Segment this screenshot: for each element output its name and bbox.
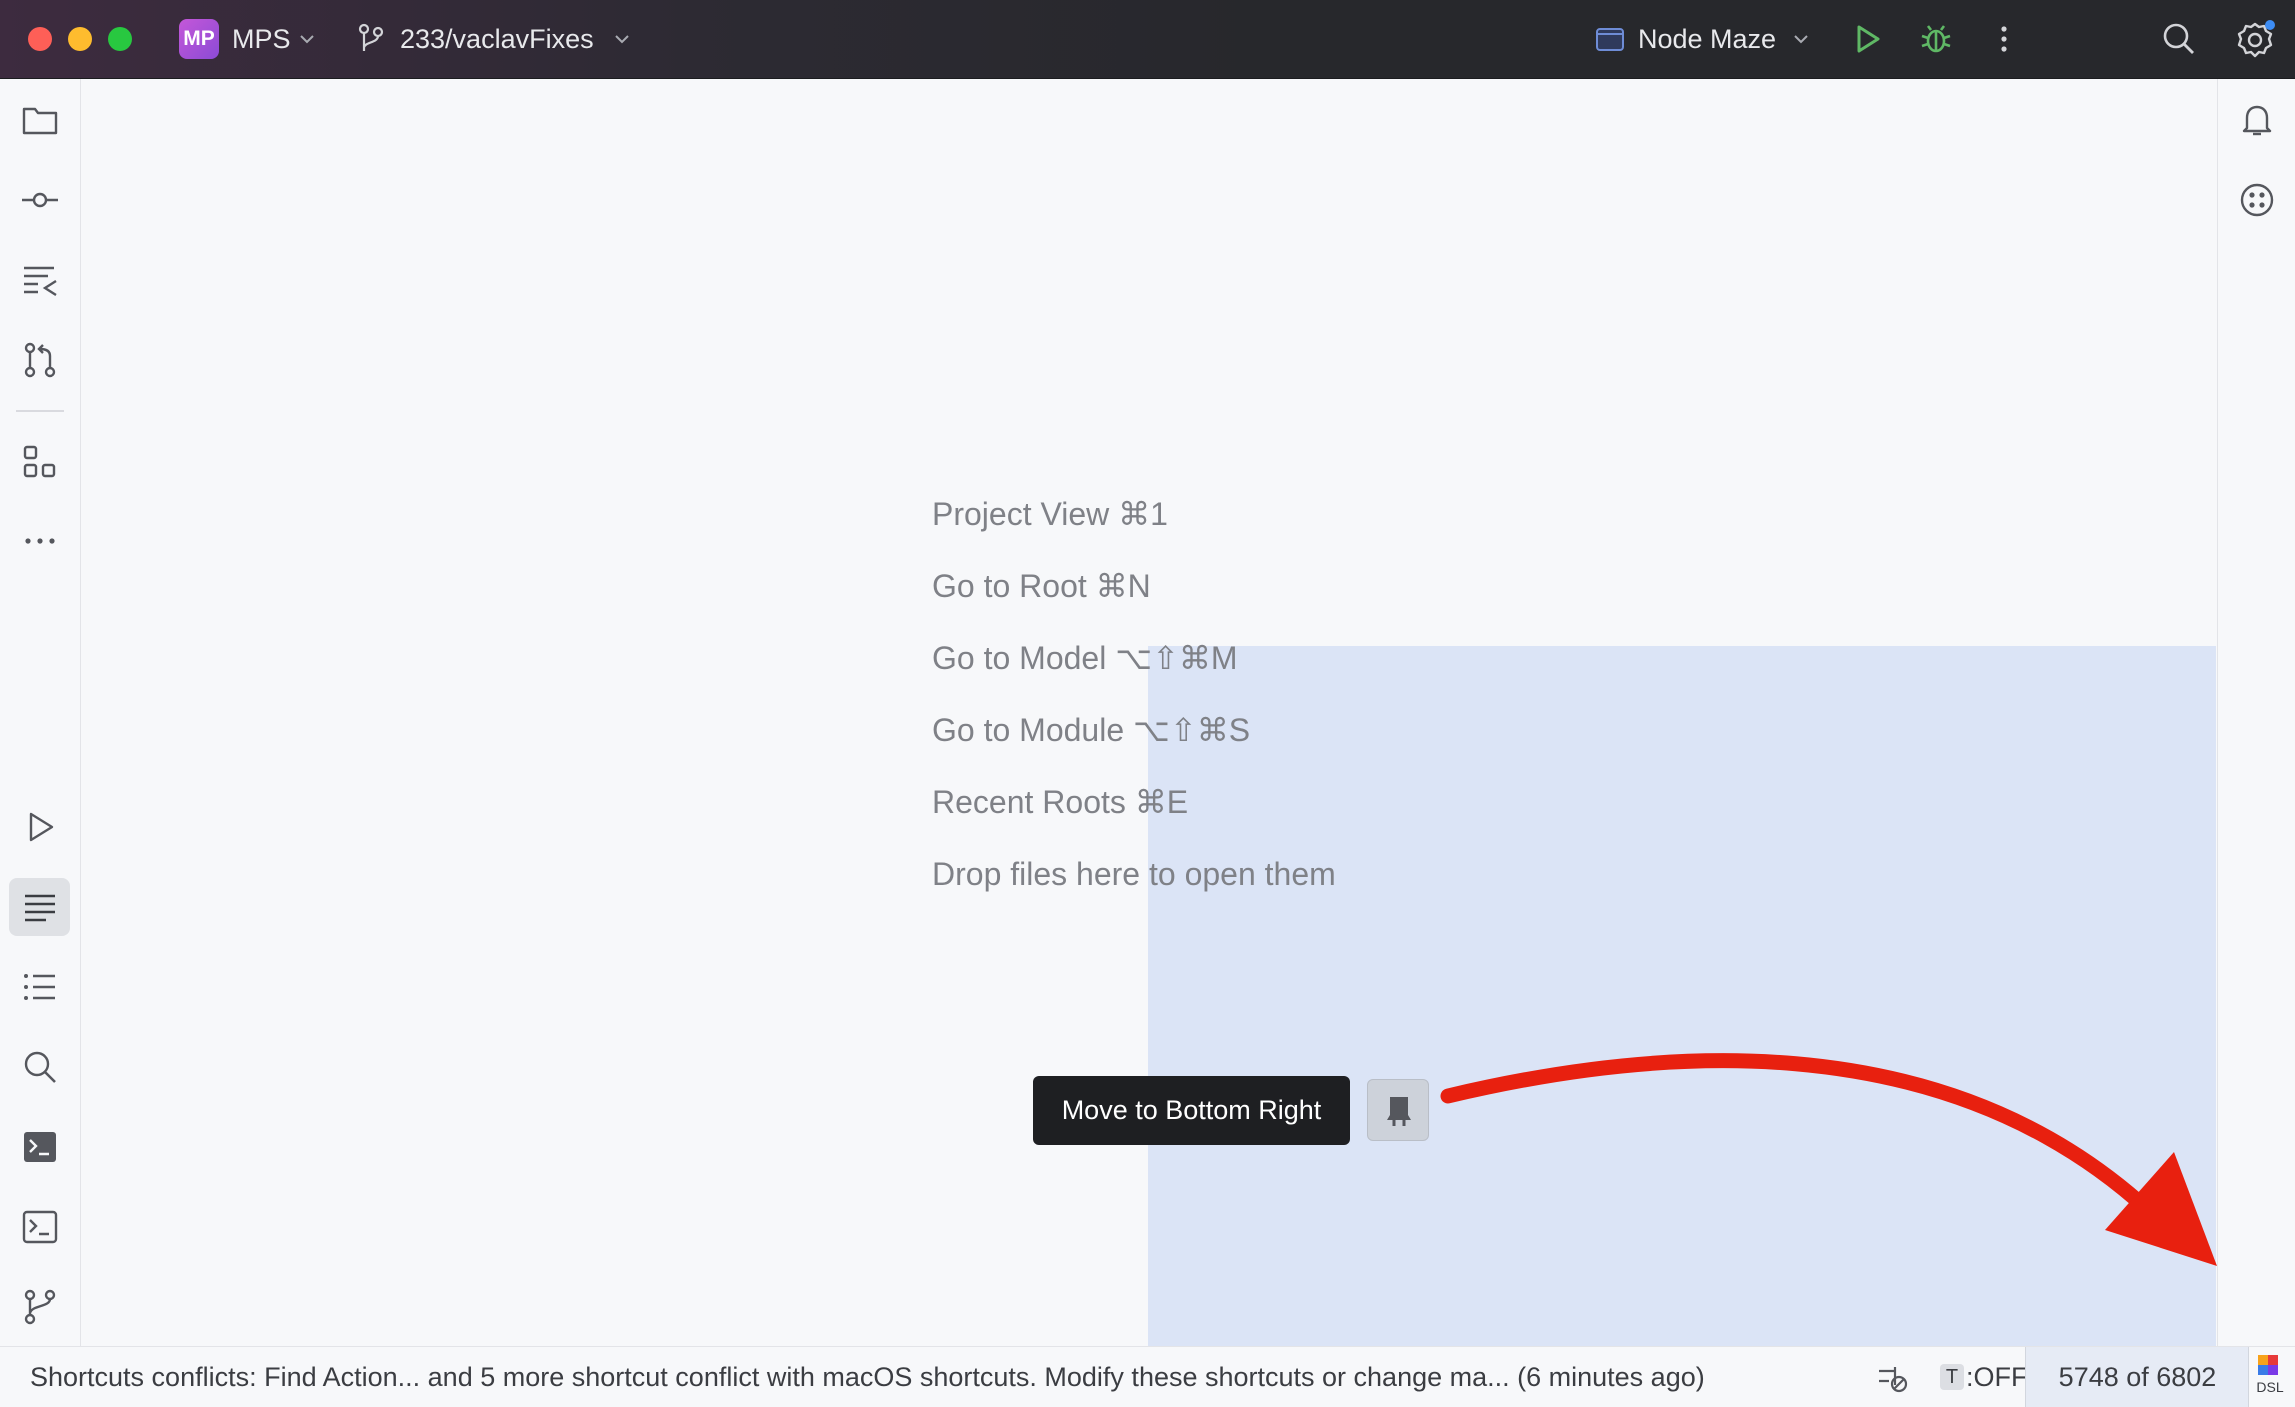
run-config-selector[interactable]: Node Maze [1638, 22, 1776, 56]
dsl-label: DSL [2256, 1379, 2284, 1395]
dsl-logo-icon [2258, 1355, 2278, 1375]
t-badge: T [1940, 1363, 1964, 1390]
project-folder-icon[interactable] [20, 100, 60, 140]
modules-icon[interactable] [20, 442, 60, 482]
settings-gear-icon[interactable] [2235, 18, 2277, 60]
branch-icon [358, 23, 384, 51]
hint-project-view[interactable]: Project View ⌘1 [932, 494, 1168, 534]
project-selector[interactable]: MPS [232, 22, 291, 56]
close-window-button[interactable] [28, 27, 52, 51]
status-bar: Shortcuts conflicts: Find Action... and … [0, 1346, 2295, 1407]
pull-requests-icon[interactable] [20, 340, 60, 380]
zoom-window-button[interactable] [108, 27, 132, 51]
tool-separator [16, 410, 64, 412]
branch-selector[interactable]: 233/vaclavFixes [400, 22, 594, 56]
run-config-icon [1596, 28, 1624, 51]
run-tool-icon[interactable] [20, 807, 60, 847]
hint-recent-roots[interactable]: Recent Roots ⌘E [932, 782, 1188, 822]
debug-icon[interactable] [1915, 18, 1957, 60]
todo-list-icon[interactable] [20, 967, 60, 1007]
annotation-arrow [1440, 1053, 2217, 1266]
more-actions-icon[interactable] [1983, 18, 2025, 60]
status-message[interactable]: Shortcuts conflicts: Find Action... and … [30, 1360, 1705, 1394]
chevron-down-icon[interactable] [1792, 30, 1810, 48]
move-tooltip: Move to Bottom Right [1033, 1076, 1350, 1145]
dragged-tool-window-button[interactable] [1367, 1079, 1429, 1141]
left-tool-strip [0, 79, 81, 1346]
chevron-down-icon[interactable] [298, 30, 316, 48]
dsl-indicator[interactable]: DSL [2248, 1347, 2295, 1407]
hint-go-to-model[interactable]: Go to Model ⌥⇧⌘M [932, 638, 1238, 678]
chevron-down-icon[interactable] [613, 30, 631, 48]
project-badge[interactable]: MP [179, 19, 219, 59]
tool-window-icon [1387, 1097, 1411, 1126]
console-icon[interactable] [20, 1207, 60, 1247]
hint-go-to-root[interactable]: Go to Root ⌘N [932, 566, 1151, 606]
position-indicator[interactable]: 5748 of 6802 [2025, 1347, 2249, 1407]
power-save-icon[interactable] [1875, 1359, 1911, 1395]
git-icon[interactable] [20, 1287, 60, 1327]
minimize-window-button[interactable] [68, 27, 92, 51]
hint-go-to-module[interactable]: Go to Module ⌥⇧⌘S [932, 710, 1250, 750]
commit-icon[interactable] [20, 180, 60, 220]
structure-icon[interactable] [20, 260, 60, 300]
typewriter-toggle[interactable]: T:OFF [1940, 1347, 2028, 1407]
messages-icon[interactable] [20, 887, 60, 927]
notifications-bell-icon[interactable] [2236, 99, 2278, 141]
right-tool-strip [2217, 79, 2295, 1346]
search-icon[interactable] [2158, 18, 2200, 60]
find-icon[interactable] [20, 1047, 60, 1087]
t-state: :OFF [1966, 1362, 2028, 1392]
run-icon[interactable] [1846, 18, 1888, 60]
title-bar: MP MPS 233/vaclavFixes Node Maze [0, 0, 2295, 79]
more-tools-icon[interactable] [20, 521, 60, 561]
hint-drop-files: Drop files here to open them [932, 856, 1336, 892]
terminal-icon[interactable] [20, 1127, 60, 1167]
ai-assistant-icon[interactable] [2236, 179, 2278, 221]
